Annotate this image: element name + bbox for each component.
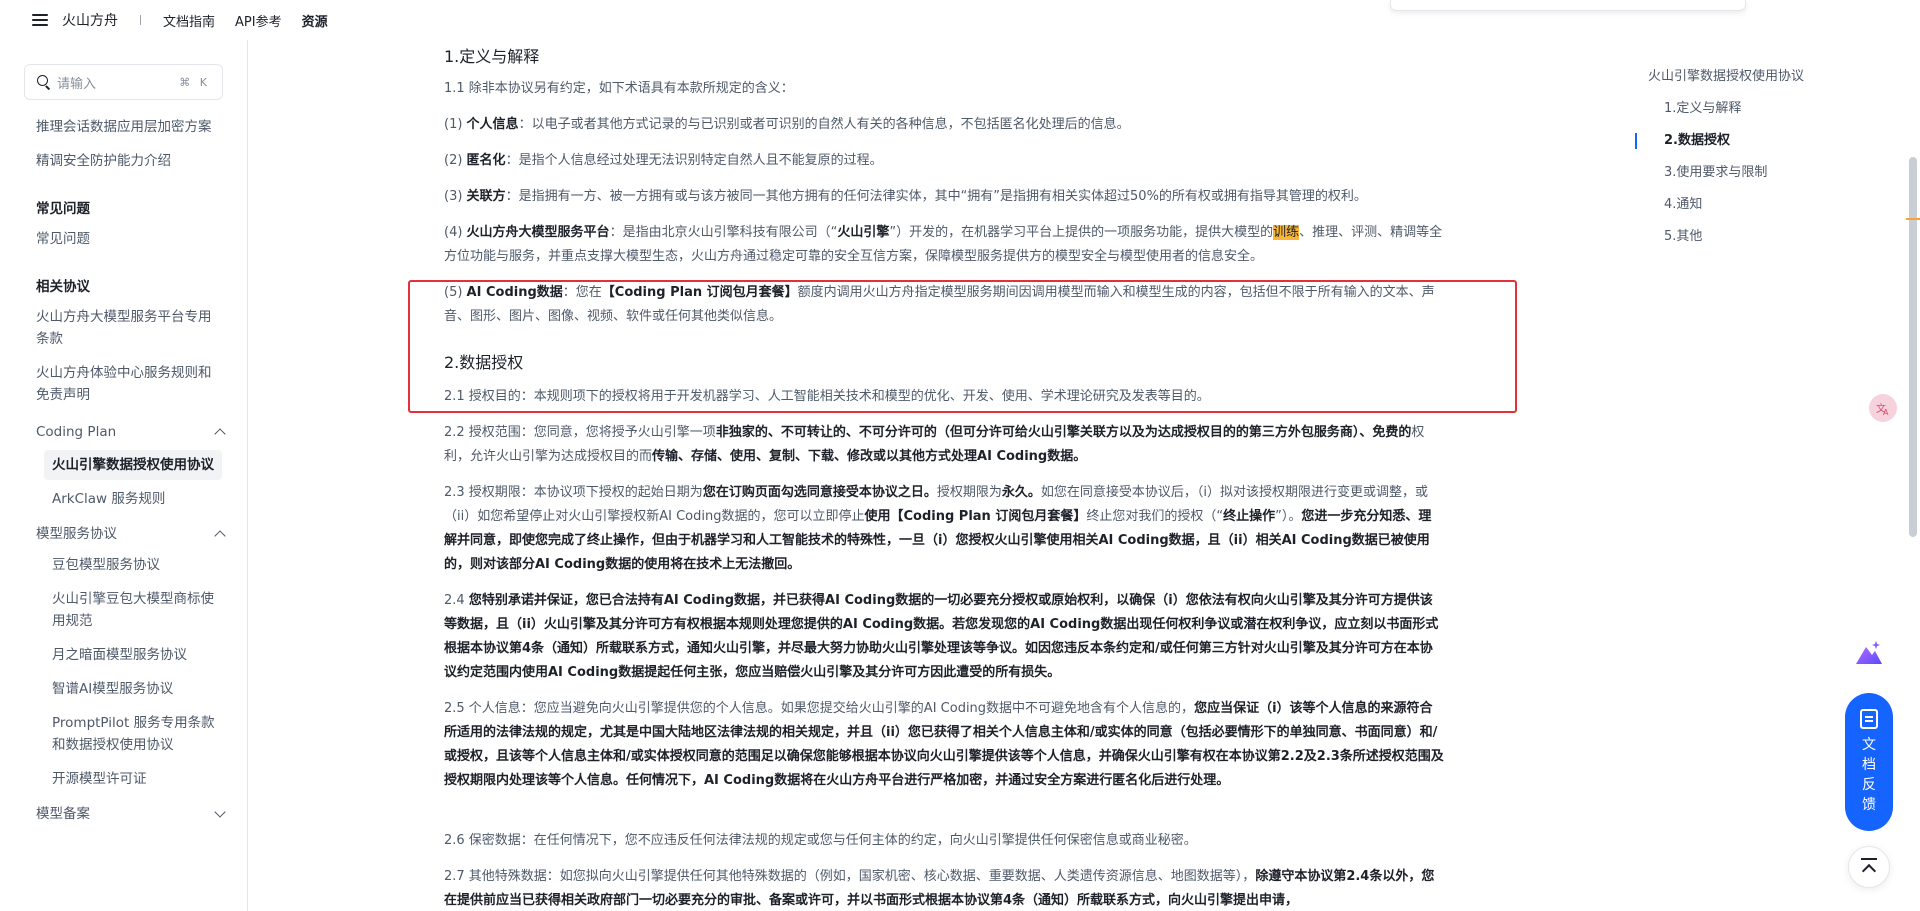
- sidebar-item-experience-rules[interactable]: 火山方舟体验中心服务规则和免责声明: [0, 358, 247, 410]
- search-input[interactable]: 请输入 ⌘ K: [24, 64, 223, 100]
- chevron-up-icon: [214, 530, 226, 542]
- search-shortcut: ⌘ K: [179, 75, 210, 89]
- paragraph-2-3: 2.3 授权期限：本协议项下授权的起始日期为您在订购页面勾选同意接受本协议之日。…: [444, 485, 1432, 572]
- sidebar-list: 推理会话数据应用层加密方案 精调安全防护能力介绍 常见问题 常见问题 相关协议 …: [0, 112, 247, 830]
- sidebar-group-label: 模型备案: [36, 806, 90, 822]
- sidebar-item-platform-terms[interactable]: 火山方舟大模型服务平台专用条款: [0, 302, 247, 354]
- nav-link-resources[interactable]: 资源: [302, 11, 328, 30]
- search-placeholder: 请输入: [57, 76, 97, 92]
- nav-link-docs[interactable]: 文档指南: [163, 11, 215, 30]
- section-title-authorization: 2.数据授权: [444, 353, 524, 372]
- paragraph-2-6: 2.6 保密数据：在任何情况下，您不应违反任何法律法规的规定或您与任何主体的约定…: [444, 833, 1197, 848]
- paragraph-def-1: (1) 个人信息：以电子或者其他方式记录的与已识别或者可识别的自然人有关的各种信…: [444, 117, 1130, 132]
- toc-item-authorization[interactable]: 2.数据授权: [1648, 128, 1868, 154]
- search-highlight: 训练: [1273, 225, 1300, 240]
- ai-assistant-icon[interactable]: [1852, 636, 1886, 670]
- sidebar-group-model-filing[interactable]: 模型备案: [0, 798, 247, 830]
- paragraph-2-4: 2.4 您特别承诺并保证，您已合法持有AI Coding数据，并已获得AI Co…: [444, 593, 1439, 680]
- paragraph-1-1: 1.1 除非本协议另有约定，如下术语具有本款所规定的含义：: [444, 81, 794, 96]
- back-to-top-button[interactable]: [1848, 846, 1890, 888]
- toc-active-indicator: [1635, 133, 1637, 149]
- feedback-label: 文档反馈: [1862, 737, 1876, 813]
- chevron-down-icon: [214, 806, 226, 818]
- brand-name[interactable]: 火山方舟: [62, 10, 118, 30]
- feedback-button[interactable]: 文档反馈: [1845, 693, 1893, 831]
- top-popup-panel: [1390, 0, 1746, 11]
- sidebar-item-open-source-license[interactable]: 开源模型许可证: [0, 764, 247, 794]
- paragraph-2-1: 2.1 授权目的：本规则项下的授权将用于开发机器学习、人工智能相关技术和模型的优…: [444, 389, 1210, 404]
- sidebar-item-moonshot[interactable]: 月之暗面模型服务协议: [0, 640, 247, 670]
- search-icon: [37, 75, 51, 89]
- sidebar-item-encryption[interactable]: 推理会话数据应用层加密方案: [0, 112, 247, 142]
- sidebar-heading-faq: 常见问题: [36, 201, 90, 217]
- svg-text:A: A: [1883, 408, 1889, 416]
- sidebar-group-label: 模型服务协议: [36, 526, 117, 542]
- sidebar-item-trademark[interactable]: 火山引擎豆包大模型商标使用规范: [0, 584, 247, 636]
- toc-item-other[interactable]: 5.其他: [1648, 224, 1868, 250]
- sidebar-item-promptpilot[interactable]: PromptPilot 服务专用条款和数据授权使用协议: [0, 708, 247, 760]
- feedback-icon: [1860, 709, 1878, 729]
- table-of-contents: 火山引擎数据授权使用协议 1.定义与解释 2.数据授权 3.使用要求与限制 4.…: [1648, 64, 1868, 250]
- sidebar: 请输入 ⌘ K 推理会话数据应用层加密方案 精调安全防护能力介绍 常见问题 常见…: [0, 40, 248, 911]
- nav-link-api[interactable]: API参考: [235, 11, 282, 30]
- paragraph-2-2: 2.2 授权范围：您同意，您将授予火山引擎一项非独家的、不可转让的、不可分许可的…: [444, 425, 1425, 464]
- sidebar-item-doubao[interactable]: 豆包模型服务协议: [0, 550, 247, 580]
- paragraph-def-5: (5) AI Coding数据：您在【Coding Plan 订阅包月套餐】额度…: [444, 285, 1435, 324]
- sidebar-item-faq[interactable]: 常见问题: [0, 224, 247, 254]
- chevron-up-icon: [214, 428, 226, 440]
- sidebar-group-coding-plan[interactable]: Coding Plan: [0, 416, 247, 448]
- sidebar-heading-agreements: 相关协议: [36, 279, 90, 295]
- sidebar-group-label: Coding Plan: [36, 424, 117, 440]
- scrollbar-thumb[interactable]: [1909, 157, 1917, 537]
- scroll-marker: [1906, 218, 1920, 220]
- arrow-up-icon: [1861, 863, 1877, 879]
- back-to-top-icon: [1861, 858, 1877, 860]
- paragraph-def-4: (4) 火山方舟大模型服务平台：是指由北京火山引擎科技有限公司（“火山引擎”）开…: [444, 225, 1443, 264]
- toc-item-definitions[interactable]: 1.定义与解释: [1648, 96, 1868, 122]
- sidebar-item-arkclaw[interactable]: ArkClaw 服务规则: [0, 484, 247, 514]
- section-title-definitions: 1.定义与解释: [444, 47, 540, 66]
- menu-icon[interactable]: [32, 14, 48, 26]
- paragraph-2-7: 2.7 其他特殊数据：如您拟向火山引擎提供任何其他特殊数据的（例如，国家机密、核…: [444, 869, 1435, 908]
- paragraph-def-3: (3) 关联方：是指拥有一方、被一方拥有或与该方被同一其他方拥有的任何法律实体，…: [444, 189, 1367, 204]
- paragraph-def-2: (2) 匿名化：是指个人信息经过处理无法识别特定自然人且不能复原的过程。: [444, 153, 883, 168]
- translate-icon[interactable]: 文A: [1869, 394, 1897, 422]
- sidebar-item-data-authorization[interactable]: 火山引擎数据授权使用协议: [44, 450, 222, 480]
- toc-title[interactable]: 火山引擎数据授权使用协议: [1648, 64, 1868, 90]
- sidebar-item-zhipu[interactable]: 智谱AI模型服务协议: [0, 674, 247, 704]
- toc-item-notice[interactable]: 4.通知: [1648, 192, 1868, 218]
- sidebar-group-model-service[interactable]: 模型服务协议: [0, 518, 247, 550]
- sidebar-item-finetune-security[interactable]: 精调安全防护能力介绍: [0, 146, 247, 176]
- paragraph-2-5: 2.5 个人信息：您应当避免向火山引擎提供您的个人信息。如果您提交给火山引擎的A…: [444, 701, 1444, 788]
- toc-item-usage-limits[interactable]: 3.使用要求与限制: [1648, 160, 1868, 186]
- nav-divider: [140, 15, 141, 25]
